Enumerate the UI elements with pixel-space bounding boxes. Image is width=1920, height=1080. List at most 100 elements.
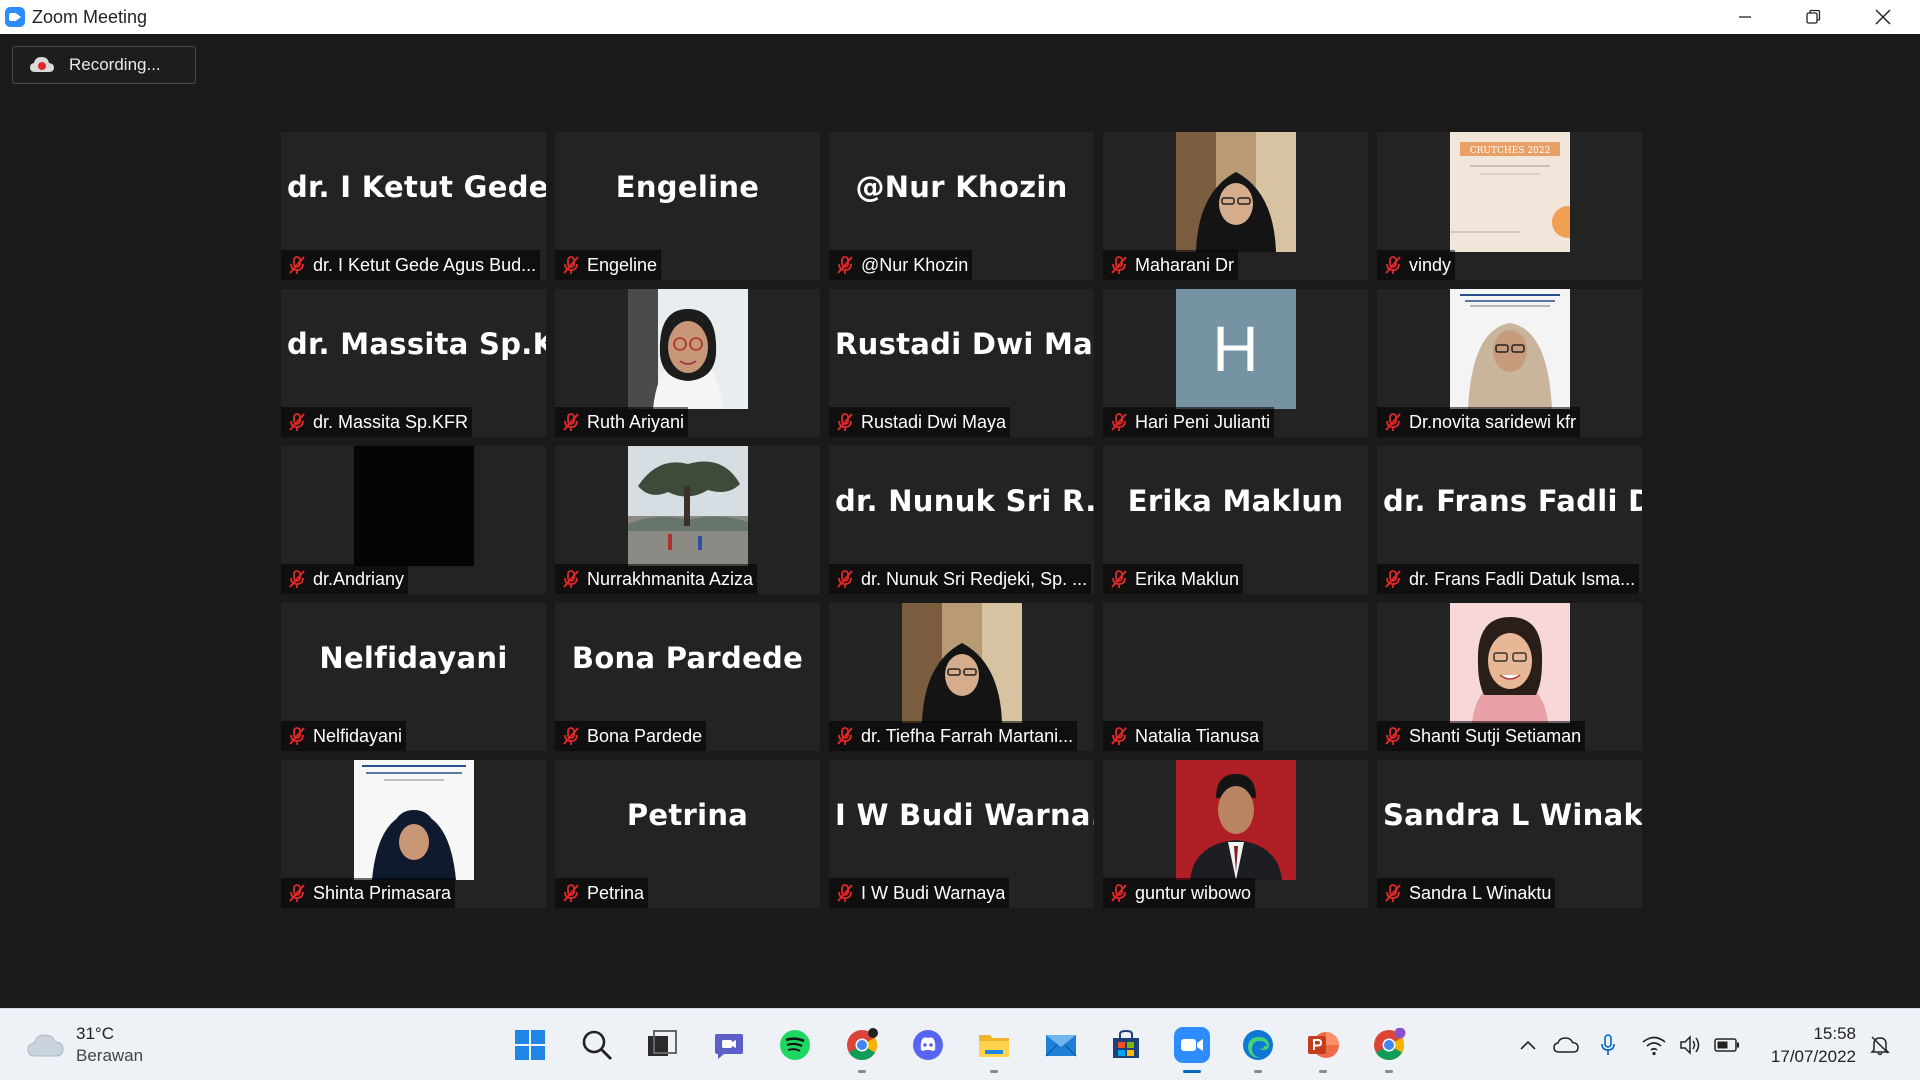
participant-tile[interactable]: Engeline Engeline [555,132,820,280]
windows-taskbar: 31°C Berawan 15:58 17/07/2022 [0,1008,1920,1080]
participant-tile[interactable]: Nelfidayani Nelfidayani [281,603,546,751]
participant-tile[interactable]: Maharani Dr [1103,132,1368,280]
muted-microphone-icon [289,413,305,431]
participant-tile[interactable]: @Nur Khozin @Nur Khozin [829,132,1094,280]
participant-tile[interactable]: guntur wibowo [1103,760,1368,908]
participant-tile[interactable]: dr. Nunuk Sri R... dr. Nunuk Sri Redjeki… [829,446,1094,594]
zoom-icon [1173,1026,1211,1064]
muted-microphone-icon [563,256,579,274]
participant-tile[interactable]: dr. I Ketut Gede... dr. I Ketut Gede Agu… [281,132,546,280]
participant-tile[interactable]: Dr.novita saridewi kfr [1377,289,1642,437]
restore-button[interactable] [1778,0,1848,34]
participant-display-name: Nelfidayani [319,641,508,675]
muted-microphone-icon [563,727,579,745]
participant-name: vindy [1409,254,1452,275]
participant-display-name: I W Budi Warna... [835,798,1094,832]
taskbar-clock[interactable]: 15:58 17/07/2022 [1771,1022,1856,1068]
show-hidden-icons-button[interactable] [1514,1031,1542,1059]
participant-video [627,289,748,409]
teams-chat-taskbar-button[interactable] [707,1023,751,1067]
notifications-button[interactable] [1866,1031,1894,1059]
wifi-icon [1642,1036,1666,1056]
cloudy-weather-icon [27,1034,64,1057]
task-view-taskbar-button[interactable] [640,1023,684,1067]
participant-tile[interactable]: H Hari Peni Julianti [1103,289,1368,437]
muted-microphone-icon [1385,884,1401,902]
participant-tile[interactable]: dr.Andriany [281,446,546,594]
onedrive-tray-button[interactable] [1552,1031,1580,1059]
cloud-recording-icon [29,55,55,75]
edge-taskbar-button[interactable] [1236,1023,1280,1073]
muted-microphone-icon [837,727,853,745]
participant-tile[interactable]: Petrina Petrina [555,760,820,908]
participant-tile[interactable]: dr. Tiefha Farrah Martani... [829,603,1094,751]
chevron-up-icon [1520,1040,1536,1050]
participant-tile[interactable]: dr. Massita Sp.K... dr. Massita Sp.KFR [281,289,546,437]
zoom-taskbar-button[interactable] [1170,1023,1214,1073]
participant-tile[interactable]: Bona Pardede Bona Pardede [555,603,820,751]
participant-nameplate: dr.Andriany [281,564,409,594]
participant-name: Engeline [587,254,658,275]
participant-display-name: Rustadi Dwi Ma... [835,327,1094,361]
muted-microphone-icon [837,570,853,588]
close-icon [1875,9,1891,25]
participant-tile[interactable]: I W Budi Warna... I W Budi Warnaya [829,760,1094,908]
participant-video [901,603,1022,723]
restore-icon [1806,9,1821,24]
muted-microphone-icon [1111,570,1127,588]
black-video-frame [353,446,474,566]
participant-tile[interactable]: Shinta Primasara [281,760,546,908]
muted-microphone-icon [1111,413,1127,431]
chrome-icon [845,1028,879,1062]
recording-label: Recording... [69,55,161,74]
participant-nameplate: dr. Tiefha Farrah Martani... [829,721,1078,751]
participant-nameplate: vindy [1377,250,1456,280]
participant-nameplate: I W Budi Warnaya [829,878,1010,908]
mail-taskbar-button[interactable] [1039,1023,1083,1067]
open-app-indicator [1385,1070,1393,1073]
weather-widget[interactable]: 31°C Berawan [26,1023,143,1067]
file-explorer-taskbar-button[interactable] [972,1023,1016,1073]
participant-nameplate: Shanti Sutji Setiaman [1377,721,1586,751]
volume-tray-button[interactable] [1677,1031,1705,1059]
participant-tile[interactable]: Rustadi Dwi Ma... Rustadi Dwi Maya [829,289,1094,437]
participant-nameplate: dr. Nunuk Sri Redjeki, Sp. ... [829,564,1092,594]
participant-tile[interactable]: dr. Frans Fadli D... dr. Frans Fadli Dat… [1377,446,1642,594]
participant-tile[interactable]: CRUTCHES 2022 vindy [1377,132,1642,280]
participant-tile[interactable]: Sandra L Winaktu Sandra L Winaktu [1377,760,1642,908]
participant-tile[interactable]: Natalia Tianusa [1103,603,1368,751]
windows-start-taskbar-button[interactable] [508,1023,552,1067]
recording-indicator[interactable]: Recording... [12,46,196,84]
search-taskbar-button[interactable] [575,1023,619,1067]
powerpoint-taskbar-button[interactable] [1301,1023,1345,1073]
participant-name: guntur wibowo [1135,882,1252,903]
participant-name: Rustadi Dwi Maya [861,411,1007,432]
participant-video [1175,760,1296,880]
chrome-profile-taskbar-button[interactable] [1367,1023,1411,1073]
participant-nameplate: Dr.novita saridewi kfr [1377,407,1581,437]
network-tray-button[interactable] [1640,1031,1668,1059]
participant-tile[interactable]: Erika Maklun Erika Maklun [1103,446,1368,594]
file-explorer-icon [977,1028,1011,1062]
microsoft-store-icon [1109,1028,1143,1062]
participant-nameplate: guntur wibowo [1103,878,1256,908]
close-button[interactable] [1848,0,1918,34]
participant-name: dr. I Ketut Gede Agus Bud... [313,254,537,275]
participant-nameplate: dr. Frans Fadli Datuk Isma... [1377,564,1640,594]
participant-tile[interactable]: Nurrakhmanita Aziza [555,446,820,594]
participant-name: Bona Pardede [587,725,703,746]
minimize-button[interactable] [1710,0,1780,34]
chrome-taskbar-button[interactable] [840,1023,884,1073]
spotify-taskbar-button[interactable] [773,1023,817,1067]
microsoft-store-taskbar-button[interactable] [1104,1023,1148,1067]
zoom-app-icon [5,7,25,27]
participant-name: Ruth Ariyani [587,411,685,432]
microphone-tray-button[interactable] [1594,1031,1622,1059]
battery-tray-button[interactable] [1713,1031,1741,1059]
discord-taskbar-button[interactable] [906,1023,950,1067]
participant-video: CRUTCHES 2022 [1449,132,1570,252]
participant-tile[interactable]: Shanti Sutji Setiaman [1377,603,1642,751]
participant-tile[interactable]: Ruth Ariyani [555,289,820,437]
participant-name: Hari Peni Julianti [1135,411,1271,432]
participant-nameplate: Hari Peni Julianti [1103,407,1275,437]
